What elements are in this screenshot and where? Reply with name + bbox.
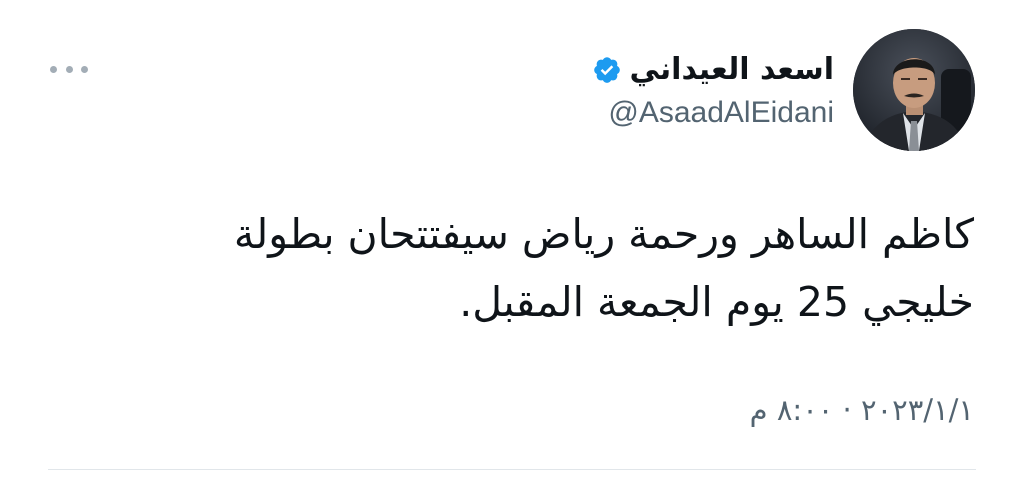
divider	[48, 469, 976, 470]
tweet-text: كاظم الساهر ورحمة رياض سيفتتحان بطولة خل…	[144, 200, 974, 336]
verified-badge-icon	[593, 57, 620, 83]
profile-photo-icon	[853, 29, 975, 151]
author-handle[interactable]: @AsaadAlEidani	[608, 92, 834, 134]
tweet-text-line: خليجي 25 يوم الجمعة المقبل.	[459, 278, 974, 326]
more-horizontal-icon	[50, 65, 57, 73]
author-display-name[interactable]: اسعد العيداني	[630, 48, 834, 92]
tweet-timestamp[interactable]: ٢٠٢٣/١/١ · ٨:٠٠ م	[750, 388, 974, 432]
more-horizontal-icon-dot	[81, 65, 88, 73]
tweet-text-line: كاظم الساهر ورحمة رياض سيفتتحان بطولة	[233, 210, 974, 258]
more-options-button[interactable]	[50, 60, 88, 78]
more-horizontal-icon-dot	[65, 65, 73, 73]
author-name-row[interactable]: اسعد العيداني	[592, 48, 834, 92]
tweet-card: اسعد العيداني @AsaadAlEidani كاظم الساهر…	[0, 0, 1024, 494]
avatar[interactable]	[853, 29, 975, 151]
